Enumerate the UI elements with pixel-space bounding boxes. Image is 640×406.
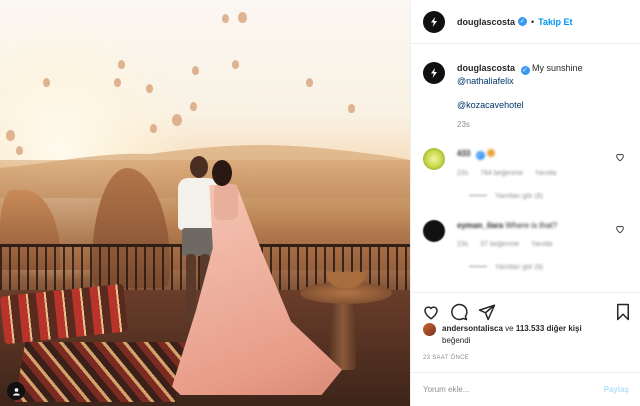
username[interactable]: douglascosta	[457, 17, 515, 27]
balloon	[348, 104, 355, 113]
post-header: douglascosta ✓ • Takip Et	[411, 0, 640, 44]
verified-badge-icon: ✓	[518, 17, 528, 26]
caption-text: My sunshine	[532, 63, 583, 73]
lightning-logo-icon	[431, 68, 437, 78]
follow-button[interactable]: Takip Et	[538, 17, 572, 27]
liker-username[interactable]: andersontalisca	[442, 324, 503, 333]
comment-icon[interactable]	[450, 303, 468, 321]
comment-text: Where is that?	[505, 221, 558, 230]
heart-icon[interactable]	[615, 152, 625, 162]
caption: douglascosta ✓ My sunshine @nathaliafeli…	[423, 62, 633, 131]
comment-likes[interactable]: 784 beğenme	[480, 170, 523, 177]
balloon	[222, 14, 229, 23]
view-replies-button[interactable]: Yanıtları gör (9)	[469, 264, 607, 271]
separator-dot: •	[531, 16, 535, 27]
avatar[interactable]	[423, 10, 445, 33]
caption-username[interactable]: douglascosta	[457, 63, 515, 73]
comment-likes[interactable]: 37 beğenme	[480, 241, 519, 248]
balloon	[306, 78, 313, 87]
balloon	[118, 60, 125, 69]
likes-count[interactable]: 113.533 diğer kişi	[516, 324, 582, 333]
post-photo[interactable]	[0, 0, 410, 406]
balloon	[238, 12, 247, 23]
balloon	[172, 114, 182, 126]
comment-time: 23s	[457, 241, 469, 248]
balloon	[16, 146, 23, 155]
liker-avatar[interactable]	[423, 323, 436, 336]
comment-input[interactable]: Yorum ekle...	[423, 385, 604, 394]
balloon	[192, 66, 199, 75]
likes-connector: ve	[505, 324, 514, 333]
post-time[interactable]: 23 SAAT ÖNCE	[423, 355, 469, 361]
balloon	[114, 78, 121, 87]
comment-username[interactable]: eyman_ilara	[457, 221, 503, 230]
verified-badge-icon: ✓	[475, 151, 485, 160]
lightning-logo-icon	[431, 16, 437, 27]
balloon	[146, 84, 153, 93]
action-bar	[411, 292, 640, 322]
add-comment-bar: Yorum ekle... Paylaş	[411, 372, 640, 406]
balloon	[232, 60, 239, 69]
floor-rug	[14, 342, 186, 402]
reply-button[interactable]: Yanıtla	[535, 170, 556, 177]
paper-plane-icon[interactable]	[478, 303, 496, 321]
post-side-panel: douglascosta ✓ • Takip Et douglascosta ✓…	[410, 0, 640, 406]
reply-button[interactable]: Yanıtla	[531, 241, 552, 248]
caption-time: 23s	[457, 120, 470, 129]
comment-time: 23s	[457, 170, 469, 177]
avatar[interactable]	[423, 62, 445, 84]
heart-icon[interactable]	[422, 303, 440, 321]
comment-item: 433 ✓ 23s 784 beğenme Yanıtla Yanıtları …	[423, 148, 633, 200]
comment-avatar[interactable]	[423, 220, 445, 242]
comment-item: eyman_ilara Where is that? 23s 37 beğenm…	[423, 220, 633, 271]
post-comment-button[interactable]: Paylaş	[604, 385, 629, 394]
woman-figure	[214, 184, 238, 220]
emoji-icon	[486, 149, 495, 157]
balloon	[190, 102, 197, 111]
heart-icon[interactable]	[615, 224, 625, 234]
tagged-user-icon[interactable]	[7, 382, 25, 400]
balloon	[43, 78, 50, 87]
comment-username[interactable]: 433	[457, 149, 470, 158]
location-mention-link[interactable]: @kozacavehotel	[457, 99, 583, 111]
likes-suffix: beğendi	[442, 336, 471, 345]
table-leg	[330, 300, 356, 370]
verified-badge-icon: ✓	[520, 66, 530, 75]
woman-head	[212, 160, 232, 186]
mention-link[interactable]: @nathaliafelix	[457, 75, 583, 87]
likes-summary: andersontalisca ve 113.533 diğer kişi be…	[423, 323, 633, 347]
bookmark-icon[interactable]	[614, 303, 632, 321]
balloon	[6, 130, 15, 141]
view-replies-button[interactable]: Yanıtları gör (8)	[469, 193, 607, 200]
comment-avatar[interactable]	[423, 148, 445, 170]
balloon	[150, 124, 157, 133]
